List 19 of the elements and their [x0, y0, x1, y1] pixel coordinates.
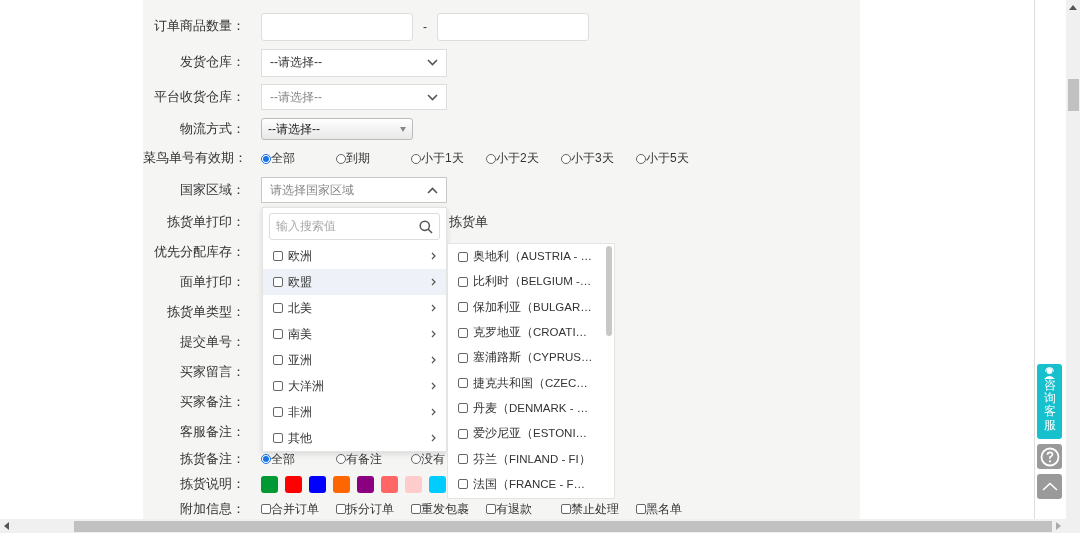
field-label: 订单商品数量： [153, 18, 246, 35]
field-label: 买家留言： [179, 363, 246, 381]
field-label: 拣货说明： [179, 475, 246, 493]
field-label: 买家备注： [179, 393, 246, 411]
field-label: 优先分配库存： [153, 243, 246, 261]
field-label: 客服备注： [179, 423, 246, 441]
option-text: 拣货单 [449, 213, 488, 231]
field-label: 国家区域： [179, 181, 246, 199]
range-separator: - [423, 19, 427, 34]
field-label: 提交单号： [179, 333, 246, 351]
field-label: 平台收货仓库： [153, 88, 246, 106]
field-label: 菜鸟单号有效期： [143, 150, 248, 167]
field-label: 物流方式： [179, 120, 246, 138]
field-label: 拣货单类型： [166, 303, 246, 321]
field-label: 发货仓库： [179, 54, 246, 71]
field-label: 拣货备注： [179, 450, 246, 468]
field-label: 拣货单打印： [166, 213, 246, 231]
field-label: 附加信息： [179, 500, 246, 518]
field-label: 面单打印： [179, 273, 246, 291]
